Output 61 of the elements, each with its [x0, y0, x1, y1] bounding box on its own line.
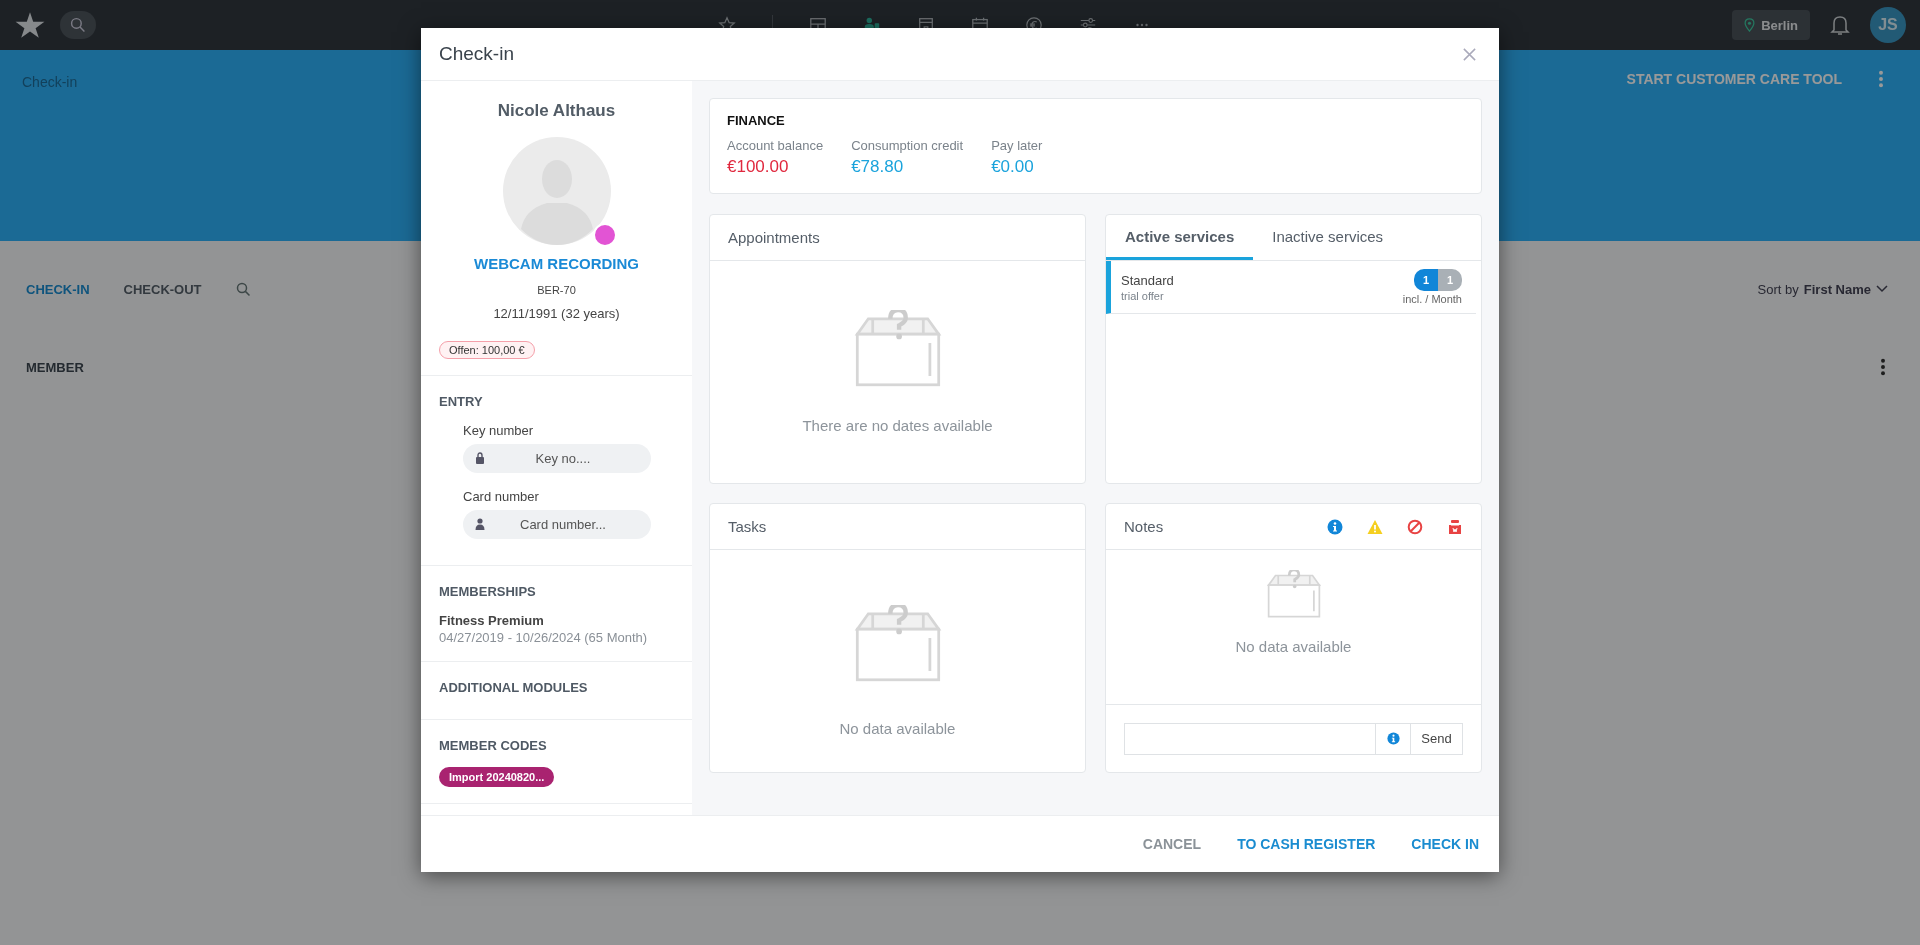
finance-label: Pay later [991, 138, 1043, 153]
membership-period: 04/27/2019 - 10/26/2024 (65 Month) [439, 630, 648, 645]
empty-message: No data available [839, 720, 956, 737]
field-label: Card number [463, 489, 539, 504]
service-name: Standard [1121, 272, 1174, 288]
empty-message: There are no dates available [802, 417, 993, 434]
dialog-button[interactable]: CANCEL [1142, 836, 1202, 852]
page-title: Check-in [22, 74, 79, 90]
search-button[interactable] [60, 11, 96, 39]
dialog-button[interactable]: CHECK IN [1411, 836, 1479, 852]
status-dot [592, 223, 617, 247]
finance-label: Account balance [727, 138, 824, 153]
services-tab[interactable]: Inactive services [1253, 215, 1403, 260]
section-title: ADDITIONAL MODULES [439, 680, 588, 695]
section-title: MEMBER CODES [439, 738, 547, 753]
close-icon[interactable] [1462, 46, 1477, 62]
card-title: Tasks [728, 518, 767, 535]
column-header: MEMBER [26, 359, 84, 375]
customer-care-button[interactable]: START CUSTOMER CARE TOOL [1620, 70, 1848, 88]
page-tab[interactable]: CHECK-IN [26, 281, 90, 297]
open-balance-badge: Offen: 100,00 € [439, 341, 535, 359]
section-title: ENTRY [439, 394, 483, 409]
finance-label: Consumption credit [851, 138, 964, 153]
finance-value: €0.00 [991, 157, 1035, 177]
member-name: Nicole Althaus [497, 101, 616, 121]
card-title: Notes [1124, 518, 1164, 535]
membership-name: Fitness Premium [439, 613, 544, 628]
birth-date: 12/11/1991 (32 years) [493, 306, 620, 321]
total-count: 1 [1438, 269, 1462, 291]
services-tab[interactable]: Active services [1106, 215, 1254, 260]
card-title: FINANCE [727, 113, 786, 128]
location-button[interactable]: Berlin [1732, 10, 1810, 40]
field-label: Key number [463, 423, 534, 438]
card-title: Appointments [728, 229, 820, 246]
section-title: MEMBERSHIPS [439, 584, 536, 599]
finance-value: €100.00 [727, 157, 790, 177]
service-row[interactable]: Standard trial offer 1 1 incl. / Month [1106, 261, 1476, 314]
blocked-icon[interactable] [1407, 518, 1423, 535]
info-icon[interactable] [1327, 518, 1343, 535]
finance-value: €78.80 [851, 157, 905, 177]
notification-icon[interactable] [1830, 14, 1850, 36]
member-code-tag: Import 20240820... [439, 767, 555, 787]
alarm-icon[interactable] [1447, 518, 1463, 535]
service-unit: incl. / Month [1402, 293, 1462, 305]
caret-icon [1876, 285, 1888, 293]
page-tab[interactable]: CHECK-OUT [123, 281, 202, 297]
webcam-recording-link[interactable]: WEBCAM RECORDING [474, 255, 639, 272]
location-pin-icon [1744, 18, 1756, 32]
dialog-button[interactable]: TO CASH REGISTER [1237, 836, 1376, 852]
service-subtitle: trial offer [1121, 289, 1165, 302]
member-number: BER-70 [537, 284, 576, 296]
input-field[interactable]: Key no.... [463, 444, 651, 473]
sort-dropdown[interactable]: Sort by First Name [1751, 280, 1894, 298]
avatar-placeholder-icon [502, 137, 611, 245]
search-icon [70, 17, 86, 33]
dialog-title: Check-in [439, 43, 515, 65]
search-icon[interactable] [235, 281, 251, 297]
input-field[interactable]: Card number... [463, 510, 651, 539]
empty-message: No data available [1235, 638, 1352, 655]
user-avatar[interactable]: JS [1870, 7, 1906, 43]
used-count: 1 [1414, 269, 1438, 291]
